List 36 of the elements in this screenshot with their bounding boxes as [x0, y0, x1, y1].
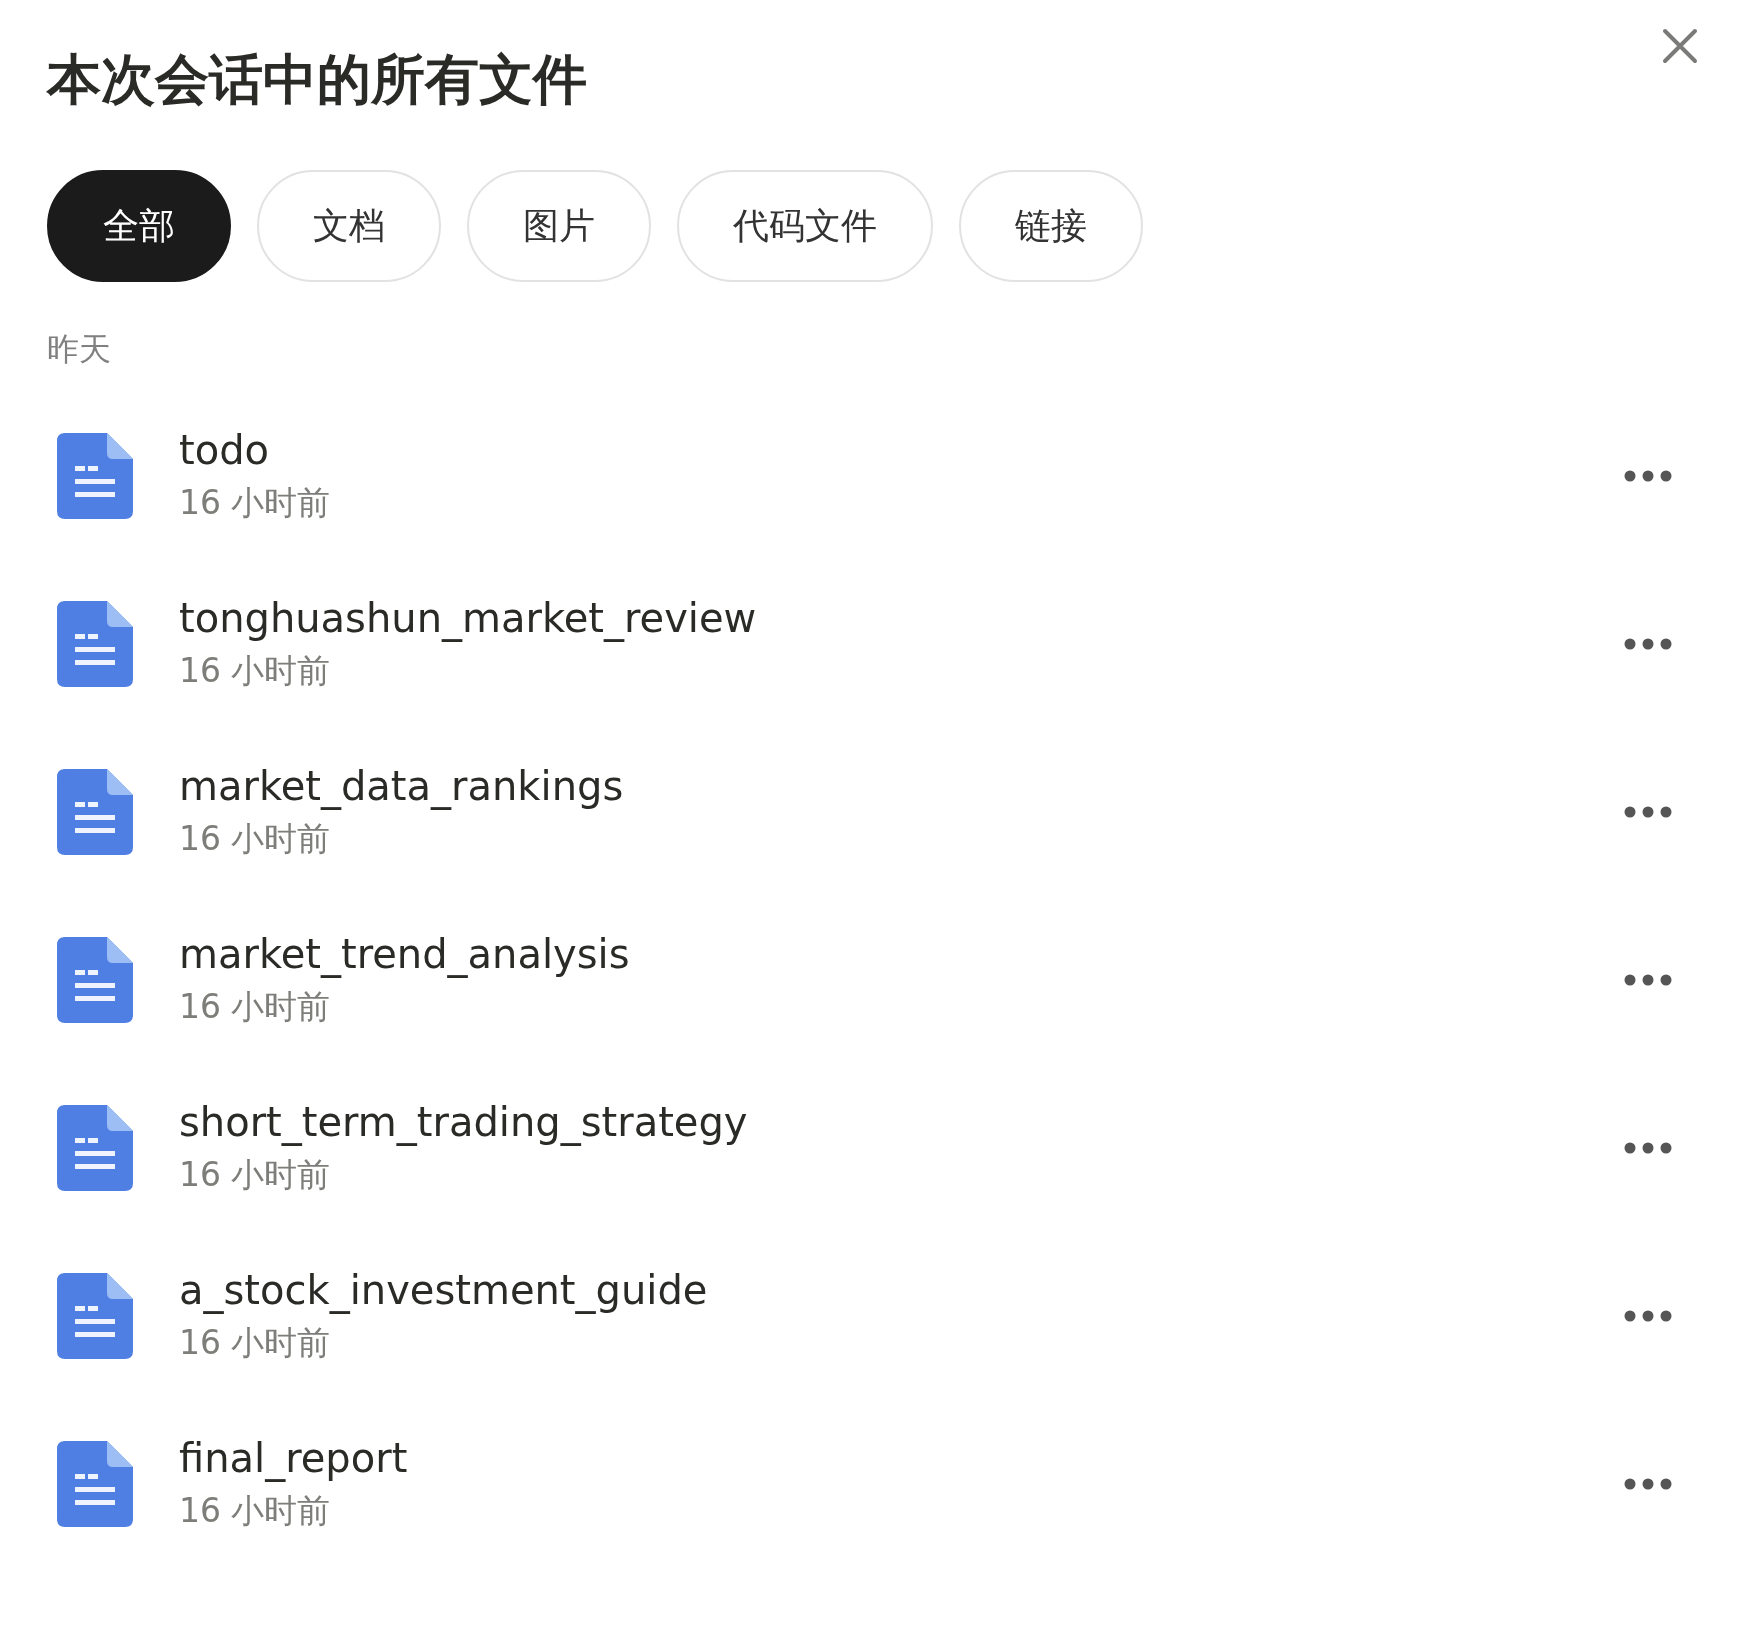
file-time: 16 小时前 — [179, 481, 332, 524]
file-name: final_report — [179, 1434, 409, 1481]
close-icon[interactable] — [1662, 28, 1698, 64]
more-icon[interactable] — [1623, 637, 1673, 651]
file-name: market_trend_analysis — [179, 930, 631, 977]
document-icon — [57, 937, 133, 1023]
dialog-title: 本次会话中的所有文件 — [47, 47, 587, 113]
document-icon — [57, 1441, 133, 1527]
file-time: 16 小时前 — [179, 649, 332, 692]
filter-tab[interactable]: 全部 — [47, 170, 231, 282]
more-icon[interactable] — [1623, 469, 1673, 483]
filter-tab[interactable]: 链接 — [959, 170, 1143, 282]
more-icon[interactable] — [1623, 1309, 1673, 1323]
more-icon[interactable] — [1623, 1141, 1673, 1155]
document-icon — [57, 769, 133, 855]
more-icon[interactable] — [1623, 973, 1673, 987]
filter-tab[interactable]: 代码文件 — [677, 170, 933, 282]
more-icon[interactable] — [1623, 805, 1673, 819]
document-icon — [57, 601, 133, 687]
file-time: 16 小时前 — [179, 1153, 332, 1196]
section-label: 昨天 — [47, 329, 112, 370]
document-icon — [57, 433, 133, 519]
document-icon — [57, 1273, 133, 1359]
file-name: todo — [179, 426, 271, 473]
more-icon[interactable] — [1623, 1477, 1673, 1491]
document-icon — [57, 1105, 133, 1191]
file-name: market_data_rankings — [179, 762, 625, 809]
file-time: 16 小时前 — [179, 1489, 332, 1532]
file-name: a_stock_investment_guide — [179, 1266, 709, 1313]
file-time: 16 小时前 — [179, 985, 332, 1028]
file-name: short_term_trading_strategy — [179, 1098, 749, 1145]
file-time: 16 小时前 — [179, 1321, 332, 1364]
filter-tab[interactable]: 图片 — [467, 170, 651, 282]
file-time: 16 小时前 — [179, 817, 332, 860]
filter-tab[interactable]: 文档 — [257, 170, 441, 282]
file-name: tonghuashun_market_review — [179, 594, 758, 641]
